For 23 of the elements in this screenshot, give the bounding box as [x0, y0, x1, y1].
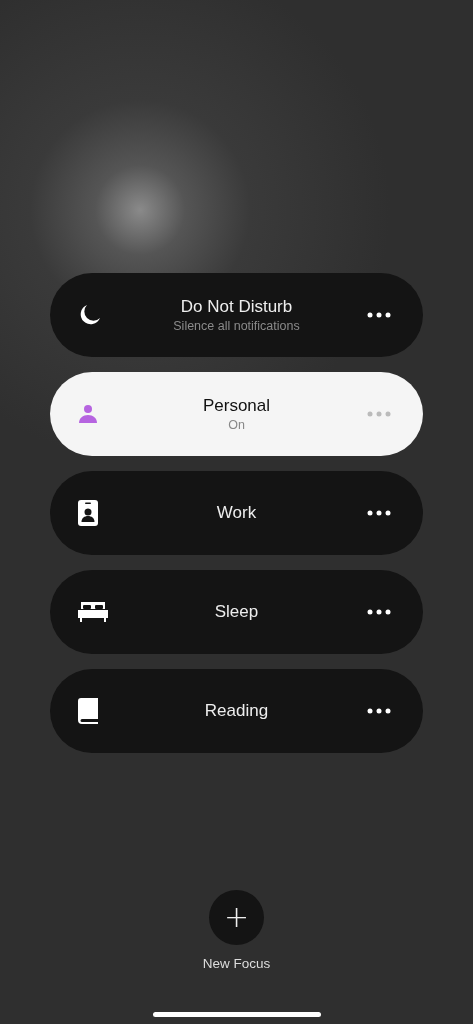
more-icon[interactable]: [367, 312, 391, 318]
focus-title: Reading: [204, 701, 269, 721]
moon-icon: [78, 303, 102, 327]
focus-title: Sleep: [214, 602, 259, 622]
person-icon: [78, 404, 98, 424]
book-icon: [78, 698, 98, 724]
focus-subtitle: On: [228, 418, 245, 432]
focus-mode-button[interactable]: Personal On: [50, 372, 423, 456]
focus-mode-button[interactable]: Sleep: [50, 570, 423, 654]
focus-subtitle: Silence all notifications: [173, 319, 300, 333]
focus-title: Personal: [202, 396, 271, 416]
more-icon[interactable]: [367, 708, 391, 714]
bed-icon: [78, 602, 108, 622]
focus-mode-button[interactable]: Work: [50, 471, 423, 555]
new-focus-label: New Focus: [202, 956, 271, 971]
focus-title: Do Not Disturb: [180, 297, 293, 317]
id-badge-icon: [78, 500, 98, 526]
new-focus-button[interactable]: +: [209, 890, 264, 945]
more-icon[interactable]: [367, 510, 391, 516]
focus-mode-button[interactable]: Do Not Disturb Silence all notifications: [50, 273, 423, 357]
focus-mode-button[interactable]: Reading: [50, 669, 423, 753]
focus-title: Work: [216, 503, 257, 523]
more-icon[interactable]: [367, 609, 391, 615]
